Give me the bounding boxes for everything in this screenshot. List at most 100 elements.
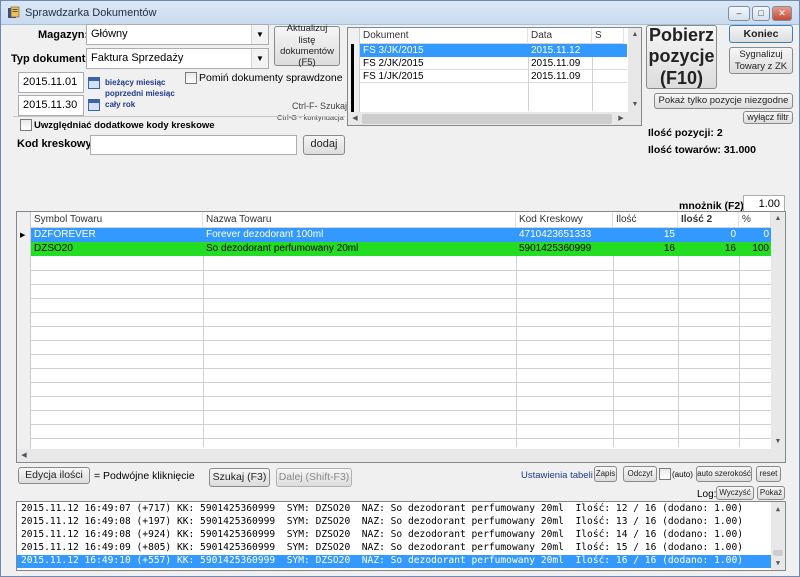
close-button[interactable]: ✕ [772, 6, 792, 21]
documents-grid[interactable]: Dokument Data S FS 3/JK/2015 2015.11.12 … [347, 27, 642, 126]
auto-width-button[interactable]: auto szerokość [696, 466, 752, 482]
item-qty2: 0 [730, 229, 736, 240]
document-row[interactable]: FS 3/JK/2015 2015.11.12 [360, 44, 627, 57]
log-panel[interactable]: 2015.11.12 16:49:07 (+717) KK: 590142536… [16, 501, 786, 571]
doc-header-data[interactable]: Data [528, 28, 592, 44]
skip-checked-label: Pomiń dokumenty sprawdzone [199, 72, 343, 84]
barcode-input[interactable] [90, 135, 297, 155]
show-mismatched-button[interactable]: Pokaż tylko pozycje niezgodne [654, 93, 793, 109]
fetch-positions-button[interactable]: Pobierz pozycje (F10) [646, 25, 717, 89]
log-line-selected: 2015.11.12 16:49:10 (+557) KK: 590142536… [17, 555, 771, 568]
scroll-right-icon[interactable]: ▶ [614, 112, 628, 125]
read-settings-button[interactable]: Odczyt [623, 466, 657, 482]
reset-button[interactable]: reset [756, 466, 781, 482]
log-vscrollbar[interactable]: ▲ ▼ [771, 502, 785, 570]
scroll-up-icon[interactable]: ▲ [628, 28, 641, 42]
magazyn-label: Magazyn: [38, 29, 89, 41]
calendar-icon[interactable] [88, 99, 100, 111]
app-icon [8, 6, 20, 18]
add-barcode-button[interactable]: dodaj [303, 135, 345, 155]
items-header-barcode[interactable]: Kod Kreskowy [516, 212, 613, 228]
barcode-label: Kod kreskowy: [17, 138, 96, 150]
scroll-down-icon[interactable]: ▼ [771, 556, 785, 570]
save-settings-button[interactable]: Zapis [594, 466, 617, 482]
items-row-header [17, 212, 31, 449]
items-header-symbol[interactable]: Symbol Towaru [31, 212, 203, 228]
typ-dokumentu-label: Typ dokumentu: [11, 53, 96, 65]
documents-vscrollbar[interactable]: ▲ ▼ [628, 28, 641, 112]
filter-off-button[interactable]: wyłącz filtr [743, 111, 793, 124]
extra-barcodes-label: Uwzględniać dodatkowe kody kreskowe [34, 120, 215, 131]
end-button[interactable]: Koniec [729, 25, 793, 43]
calendar-icon[interactable] [88, 77, 100, 89]
magazyn-combo[interactable]: Główny ▼ [86, 24, 269, 45]
document-number: FS 1/JK/2015 [363, 71, 424, 82]
items-header-qty2[interactable]: Ilość 2 [678, 212, 739, 228]
items-grid[interactable]: ▶ Symbol Towaru Nazwa Towaru Kod Kreskow… [16, 211, 786, 463]
item-name: Forever dezodorant 100ml [206, 229, 324, 240]
search-button[interactable]: Szukaj (F3) [209, 468, 270, 487]
app-window: Sprawdzarka Dokumentów – □ ✕ Magazyn: Gł… [0, 0, 800, 577]
magazyn-value: Główny [91, 28, 128, 40]
scroll-down-icon[interactable]: ▼ [628, 98, 641, 112]
item-percent: 100 [752, 243, 769, 254]
scroll-up-icon[interactable]: ▲ [771, 212, 785, 226]
next-button[interactable]: Dalej (Shift-F3) [276, 468, 352, 487]
item-symbol: DZSO20 [34, 243, 73, 254]
clear-log-button[interactable]: Wyczyść [716, 486, 754, 500]
title-bar: Sprawdzarka Dokumentów – □ ✕ [1, 1, 799, 25]
chevron-down-icon[interactable]: ▼ [251, 49, 268, 68]
date-to-input[interactable]: 2015.11.30 [18, 95, 84, 116]
current-row-indicator-icon: ▶ [20, 232, 26, 239]
maximize-button[interactable]: □ [752, 6, 770, 21]
doc-header-dokument[interactable]: Dokument [360, 28, 528, 44]
double-click-hint: = Podwójne kliknięcie [94, 470, 195, 482]
document-row[interactable]: FS 2/JK/2015 2015.11.09 [360, 57, 627, 70]
items-hscrollbar[interactable]: ◀ [17, 449, 785, 462]
document-number: FS 2/JK/2015 [363, 58, 424, 69]
positions-count: Ilość pozycji: 2 [648, 127, 723, 139]
scroll-left-icon[interactable]: ◀ [17, 449, 31, 462]
item-symbol: DZFOREVER [34, 229, 96, 240]
documents-hscrollbar[interactable]: ◀ ▶ [348, 112, 641, 125]
link-previous-month[interactable]: poprzedni miesiąc [105, 89, 175, 98]
item-percent: 0 [763, 229, 769, 240]
scroll-left-icon[interactable]: ◀ [348, 112, 362, 125]
auto-checkbox[interactable] [659, 468, 671, 480]
item-barcode: 4710423651333 [519, 229, 592, 240]
edit-qty-button[interactable]: Edycja ilości [18, 467, 90, 484]
chevron-down-icon[interactable]: ▼ [251, 25, 268, 44]
items-header-percent[interactable]: % [739, 212, 771, 228]
link-current-month[interactable]: bieżący miesiąc [105, 78, 165, 87]
log-label: Log: [697, 489, 717, 500]
date-from-input[interactable]: 2015.11.01 [18, 72, 84, 93]
scroll-thumb[interactable] [362, 114, 612, 124]
doc-header-s[interactable]: S [592, 28, 624, 44]
show-log-button[interactable]: Pokaż [757, 486, 785, 500]
log-line: 2015.11.12 16:49:07 (+717) KK: 590142536… [21, 503, 743, 514]
link-whole-year[interactable]: cały rok [105, 100, 135, 109]
document-date: 2015.11.09 [531, 58, 581, 69]
minimize-button[interactable]: – [728, 6, 750, 21]
item-barcode: 5901425360999 [519, 243, 592, 254]
items-header-qty[interactable]: Ilość [613, 212, 678, 228]
scroll-down-icon[interactable]: ▼ [771, 435, 785, 449]
goods-count: Ilość towarów: 31.000 [648, 144, 756, 156]
document-date: 2015.11.09 [531, 71, 581, 82]
extra-barcodes-checkbox[interactable] [20, 119, 32, 131]
items-header-name[interactable]: Nazwa Towaru [203, 212, 516, 228]
table-settings-label: Ustawienia tabeli [521, 470, 593, 481]
skip-checked-checkbox[interactable] [185, 72, 197, 84]
row-pointer [351, 44, 354, 112]
table-row[interactable]: DZSO20 So dezodorant perfumowany 20ml 59… [31, 242, 771, 256]
typ-dokumentu-combo[interactable]: Faktura Sprzedaży ▼ [86, 48, 269, 69]
typ-dokumentu-value: Faktura Sprzedaży [91, 52, 184, 64]
signal-goods-button[interactable]: Sygnalizuj Towary z ZK [729, 47, 793, 74]
search-continue-hint: Ctrl-G - kontynuacja [277, 113, 344, 122]
table-row[interactable]: DZFOREVER Forever dezodorant 100ml 47104… [31, 228, 771, 242]
document-row[interactable]: FS 1/JK/2015 2015.11.09 [360, 70, 627, 83]
scroll-up-icon[interactable]: ▲ [771, 502, 785, 516]
items-vscrollbar[interactable]: ▲ ▼ [771, 212, 785, 449]
refresh-documents-button[interactable]: Aktualizuj listę dokumentów (F5) [274, 23, 340, 68]
window-title: Sprawdzarka Dokumentów [25, 7, 157, 19]
